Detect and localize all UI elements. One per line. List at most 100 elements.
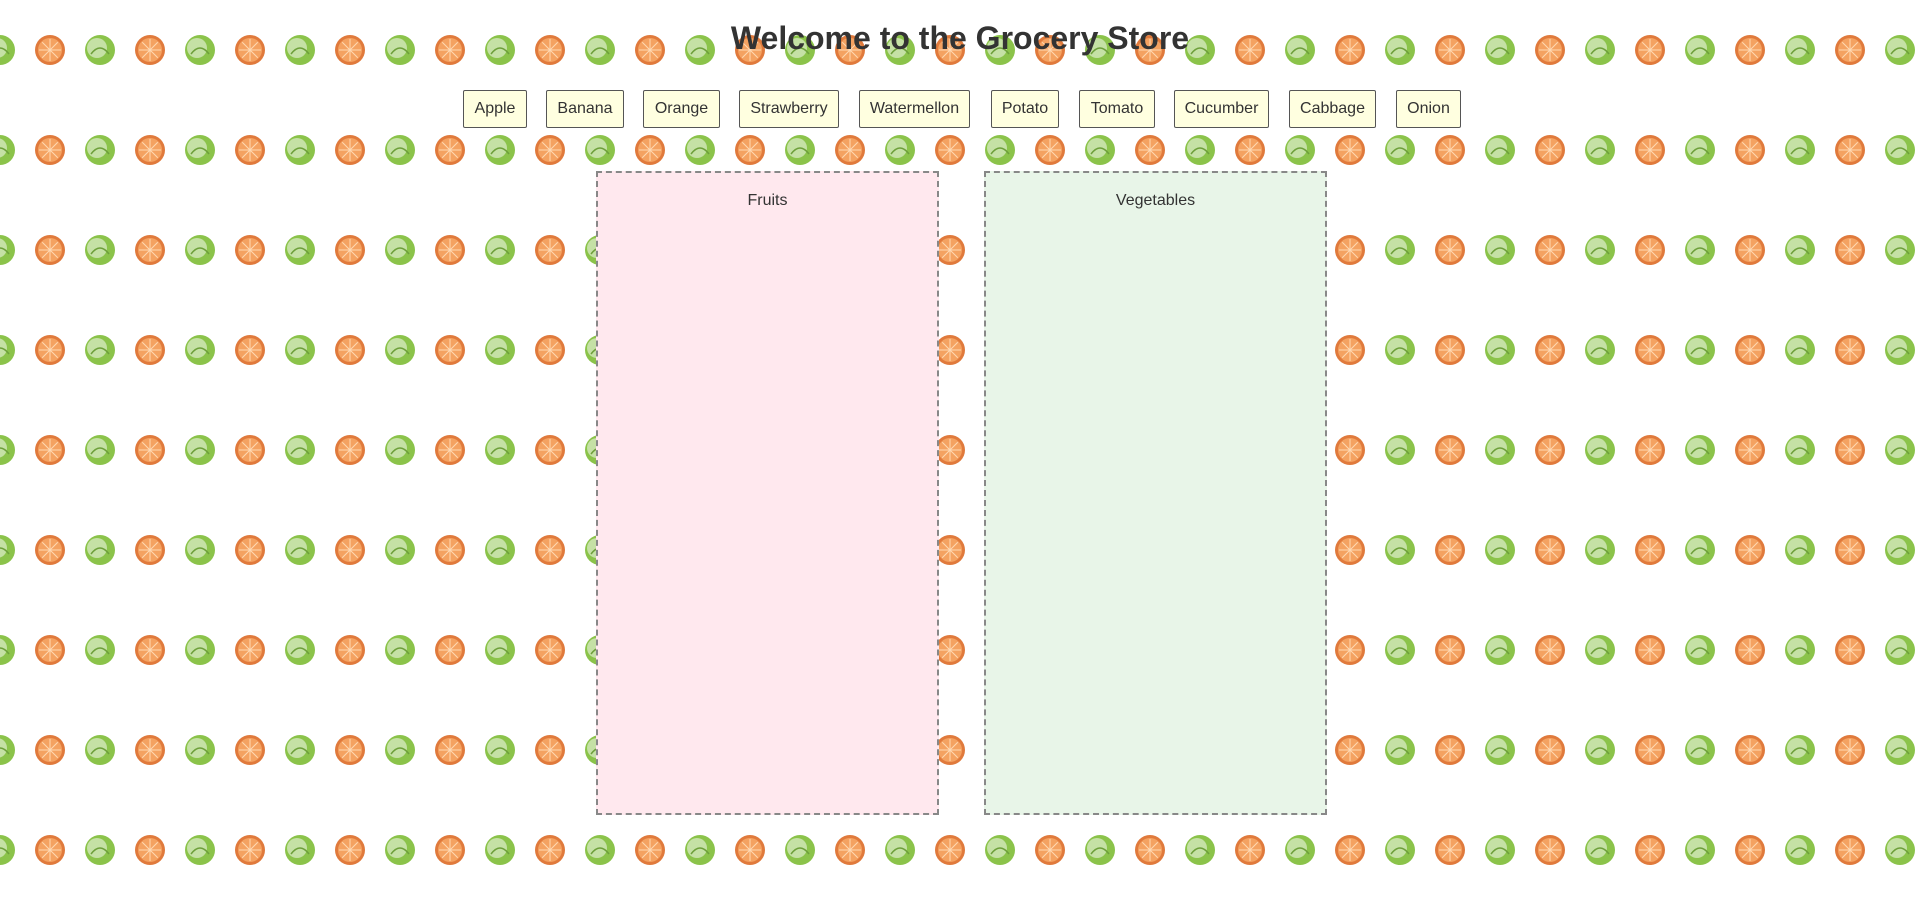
cabbage-icon	[1885, 635, 1915, 665]
orange-slice-icon	[1735, 535, 1765, 565]
cabbage-icon	[485, 835, 515, 865]
orange-slice-icon	[835, 135, 865, 165]
cabbage-icon	[1685, 835, 1715, 865]
cabbage-icon	[285, 835, 315, 865]
cabbage-icon	[1185, 835, 1215, 865]
orange-slice-icon	[1535, 535, 1565, 565]
cabbage-icon	[0, 635, 15, 665]
item-strawberry[interactable]: Strawberry	[739, 90, 839, 128]
orange-slice-icon	[1635, 735, 1665, 765]
item-potato[interactable]: Potato	[991, 90, 1059, 128]
cabbage-icon	[1785, 435, 1815, 465]
orange-slice-icon	[1335, 235, 1365, 265]
orange-slice-icon	[1735, 335, 1765, 365]
orange-slice-icon	[135, 335, 165, 365]
cabbage-icon	[485, 135, 515, 165]
cabbage-icon	[1785, 635, 1815, 665]
orange-slice-icon	[335, 335, 365, 365]
orange-slice-icon	[135, 135, 165, 165]
orange-slice-icon	[1635, 135, 1665, 165]
fruits-drop-zone[interactable]: Fruits	[596, 171, 939, 815]
item-tomato[interactable]: Tomato	[1079, 90, 1155, 128]
cabbage-icon	[85, 835, 115, 865]
cabbage-icon	[1885, 435, 1915, 465]
cabbage-icon	[1085, 135, 1115, 165]
orange-slice-icon	[335, 435, 365, 465]
orange-slice-icon	[1335, 535, 1365, 565]
orange-slice-icon	[1635, 835, 1665, 865]
orange-slice-icon	[235, 235, 265, 265]
cabbage-icon	[185, 435, 215, 465]
cabbage-icon	[1885, 835, 1915, 865]
orange-slice-icon	[1835, 535, 1865, 565]
cabbage-icon	[1785, 335, 1815, 365]
cabbage-icon	[1485, 135, 1515, 165]
orange-slice-icon	[1535, 235, 1565, 265]
orange-slice-icon	[535, 435, 565, 465]
vegetables-drop-zone[interactable]: Vegetables	[984, 171, 1327, 815]
cabbage-icon	[1385, 535, 1415, 565]
cabbage-icon	[385, 635, 415, 665]
orange-slice-icon	[35, 635, 65, 665]
orange-slice-icon	[235, 135, 265, 165]
item-apple[interactable]: Apple	[463, 90, 527, 128]
cabbage-icon	[1385, 235, 1415, 265]
cabbage-icon	[1685, 135, 1715, 165]
orange-slice-icon	[1735, 435, 1765, 465]
cabbage-icon	[385, 335, 415, 365]
orange-slice-icon	[335, 835, 365, 865]
orange-slice-icon	[1635, 435, 1665, 465]
cabbage-icon	[85, 635, 115, 665]
orange-slice-icon	[35, 335, 65, 365]
item-cucumber[interactable]: Cucumber	[1174, 90, 1269, 128]
cabbage-icon	[185, 635, 215, 665]
cabbage-icon	[1885, 335, 1915, 365]
cabbage-icon	[1885, 135, 1915, 165]
orange-slice-icon	[1735, 835, 1765, 865]
orange-slice-icon	[335, 535, 365, 565]
orange-slice-icon	[35, 435, 65, 465]
orange-slice-icon	[1035, 835, 1065, 865]
cabbage-icon	[85, 435, 115, 465]
orange-slice-icon	[1535, 435, 1565, 465]
cabbage-icon	[85, 735, 115, 765]
cabbage-icon	[1585, 535, 1615, 565]
cabbage-icon	[485, 335, 515, 365]
cabbage-icon	[0, 735, 15, 765]
item-orange[interactable]: Orange	[643, 90, 720, 128]
item-banana[interactable]: Banana	[546, 90, 624, 128]
orange-slice-icon	[435, 435, 465, 465]
orange-slice-icon	[1435, 435, 1465, 465]
orange-slice-icon	[935, 335, 965, 365]
orange-slice-icon	[135, 435, 165, 465]
cabbage-icon	[585, 835, 615, 865]
cabbage-icon	[1685, 635, 1715, 665]
cabbage-icon	[285, 435, 315, 465]
cabbage-icon	[1285, 835, 1315, 865]
orange-slice-icon	[1535, 735, 1565, 765]
orange-slice-icon	[135, 235, 165, 265]
orange-slice-icon	[1835, 235, 1865, 265]
orange-slice-icon	[1035, 135, 1065, 165]
item-watermellon[interactable]: Watermellon	[859, 90, 970, 128]
cabbage-icon	[1785, 135, 1815, 165]
item-onion[interactable]: Onion	[1396, 90, 1461, 128]
orange-slice-icon	[1435, 335, 1465, 365]
cabbage-icon	[185, 535, 215, 565]
orange-slice-icon	[435, 535, 465, 565]
orange-slice-icon	[1835, 635, 1865, 665]
cabbage-icon	[1585, 235, 1615, 265]
orange-slice-icon	[1135, 135, 1165, 165]
cabbage-icon	[385, 535, 415, 565]
fruits-zone-label: Fruits	[747, 192, 788, 209]
item-cabbage[interactable]: Cabbage	[1289, 90, 1376, 128]
orange-slice-icon	[135, 535, 165, 565]
cabbage-icon	[185, 835, 215, 865]
cabbage-icon	[485, 235, 515, 265]
cabbage-icon	[285, 135, 315, 165]
cabbage-icon	[1685, 335, 1715, 365]
orange-slice-icon	[1835, 735, 1865, 765]
cabbage-icon	[0, 235, 15, 265]
cabbage-icon	[1485, 235, 1515, 265]
cabbage-icon	[1785, 735, 1815, 765]
